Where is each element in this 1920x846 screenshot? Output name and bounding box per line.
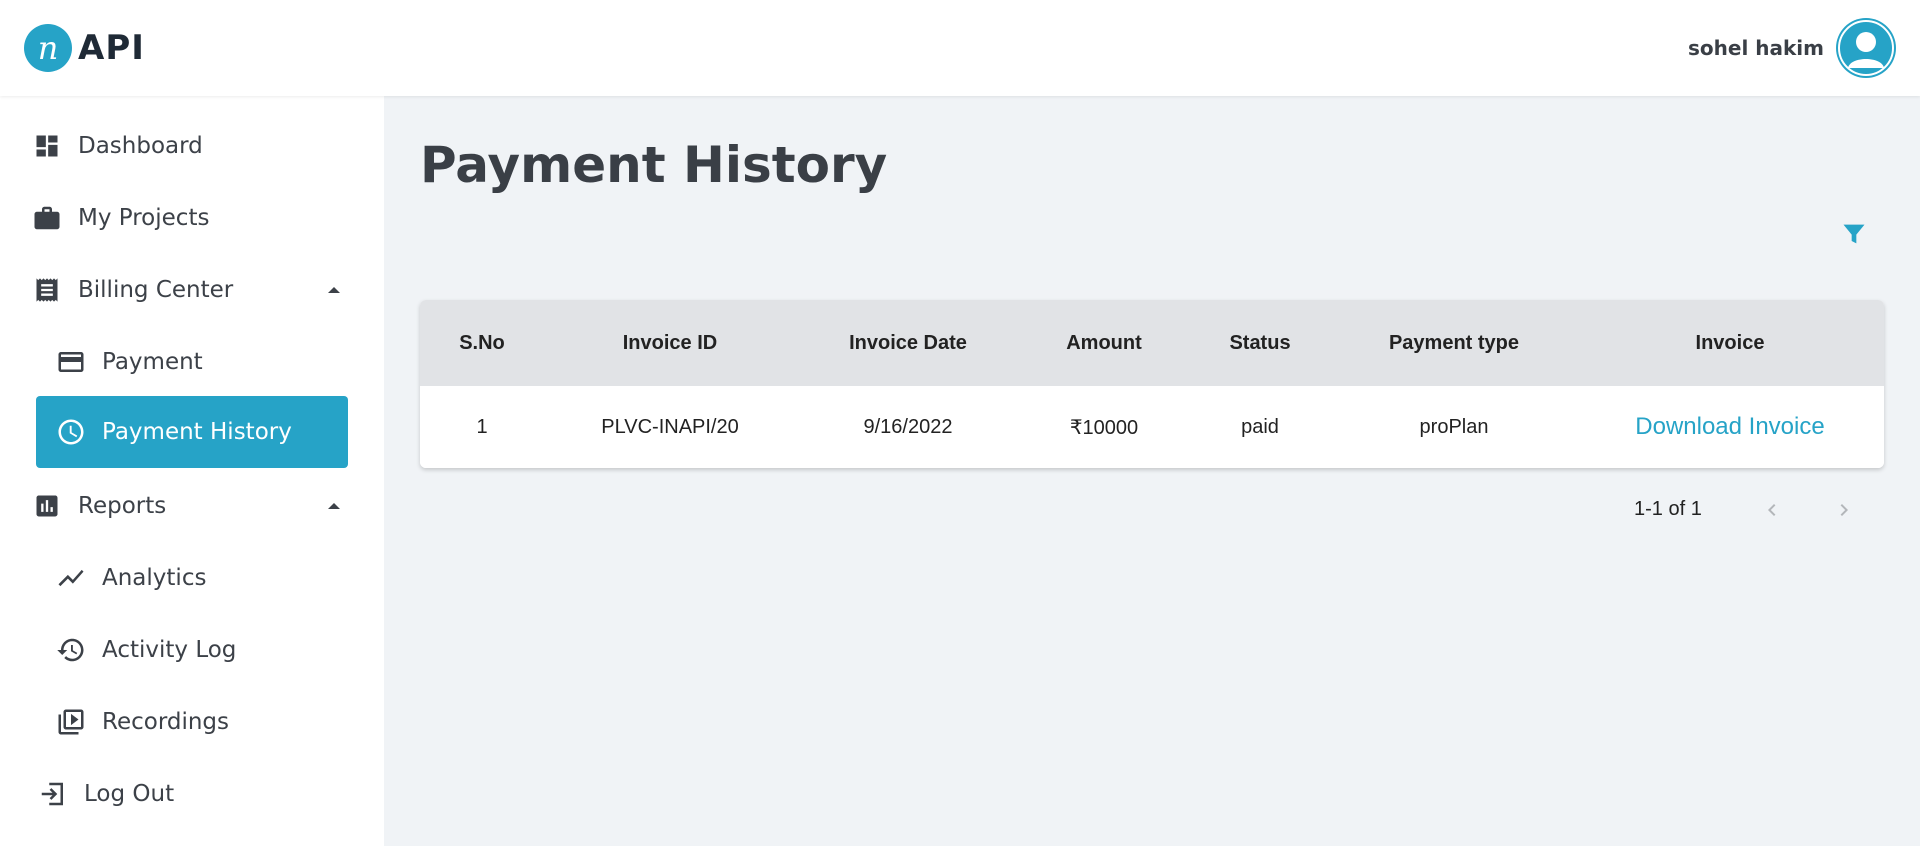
chevron-right-icon[interactable] (1828, 494, 1860, 526)
sidebar-item-label: Payment History (102, 419, 292, 445)
sidebar-item-label: Analytics (102, 565, 207, 591)
clock-icon (56, 417, 86, 447)
column-header[interactable]: Status (1188, 300, 1332, 386)
table-cell: ₹10000 (1069, 416, 1139, 439)
table-cell: paid (1241, 415, 1279, 438)
user-menu[interactable]: sohel hakim (1688, 18, 1896, 78)
column-header[interactable]: Amount (1020, 300, 1188, 386)
payment-history-table: S.No Invoice ID Invoice Date Amount Stat… (420, 300, 1884, 468)
user-name: sohel hakim (1688, 36, 1824, 60)
sidebar-item-label: Activity Log (102, 637, 237, 663)
column-header[interactable]: Invoice Date (796, 300, 1020, 386)
receipt-icon (32, 275, 62, 305)
column-header[interactable]: Invoice (1576, 300, 1884, 386)
download-invoice-link[interactable]: Download Invoice (1635, 413, 1824, 441)
trending-line-icon (56, 563, 86, 593)
dashboard-icon (32, 131, 62, 161)
top-header: n API sohel hakim (0, 0, 1920, 96)
table-header-row: S.No Invoice ID Invoice Date Amount Stat… (420, 300, 1884, 386)
sidebar-item-activity-log[interactable]: Activity Log (0, 614, 384, 686)
sidebar-item-my-projects[interactable]: My Projects (0, 182, 384, 254)
column-header[interactable]: Invoice ID (544, 300, 796, 386)
sidebar-item-label: Billing Center (78, 277, 234, 303)
sidebar-item-billing-center[interactable]: Billing Center (0, 254, 384, 326)
pagination: 1-1 of 1 (1634, 492, 1884, 528)
sidebar: Dashboard My Projects Billing Center Pay… (0, 96, 384, 846)
table-cell: 1 (476, 415, 488, 438)
credit-card-icon (56, 347, 86, 377)
table-cell: PLVC-INAPI/20 (601, 415, 739, 438)
history-icon (56, 635, 86, 665)
main-content: Payment History S.No Invoice ID Invoice … (384, 96, 1920, 846)
logo-text: API (78, 28, 145, 68)
column-header[interactable]: S.No (420, 300, 544, 386)
table-cell: proPlan (1419, 415, 1489, 438)
filter-icon[interactable] (1840, 220, 1868, 248)
page-title: Payment History (420, 136, 888, 194)
sidebar-item-dashboard[interactable]: Dashboard (0, 110, 384, 182)
sidebar-item-label: Recordings (102, 709, 230, 735)
sidebar-item-log-out[interactable]: Log Out (0, 758, 384, 830)
chevron-left-icon[interactable] (1756, 494, 1788, 526)
briefcase-icon (32, 203, 62, 233)
sidebar-item-payment[interactable]: Payment (0, 326, 384, 398)
logo-mark: n (24, 24, 72, 72)
table-cell: Download Invoice (1576, 386, 1884, 468)
pagination-range: 1-1 of 1 (1634, 498, 1702, 520)
sidebar-item-label: Dashboard (78, 133, 203, 159)
bar-chart-icon (32, 491, 62, 521)
sidebar-item-reports[interactable]: Reports (0, 470, 384, 542)
avatar[interactable] (1836, 18, 1896, 78)
sidebar-item-label: Payment (102, 349, 203, 375)
sidebar-item-analytics[interactable]: Analytics (0, 542, 384, 614)
sidebar-item-label: Log Out (84, 781, 175, 807)
table-cell: 9/16/2022 (863, 415, 953, 438)
chevron-up-icon (328, 503, 340, 509)
sidebar-item-recordings[interactable]: Recordings (0, 686, 384, 758)
sidebar-item-payment-history[interactable]: Payment History (36, 396, 348, 468)
sidebar-item-label: Reports (78, 493, 167, 519)
video-library-icon (56, 707, 86, 737)
table-row: 1 PLVC-INAPI/20 9/16/2022 ₹10000 paid pr… (420, 386, 1884, 468)
app-logo[interactable]: n API (24, 24, 145, 72)
chevron-up-icon (328, 287, 340, 293)
sidebar-item-label: My Projects (78, 205, 210, 231)
column-header[interactable]: Payment type (1332, 300, 1576, 386)
logout-icon (38, 779, 68, 809)
